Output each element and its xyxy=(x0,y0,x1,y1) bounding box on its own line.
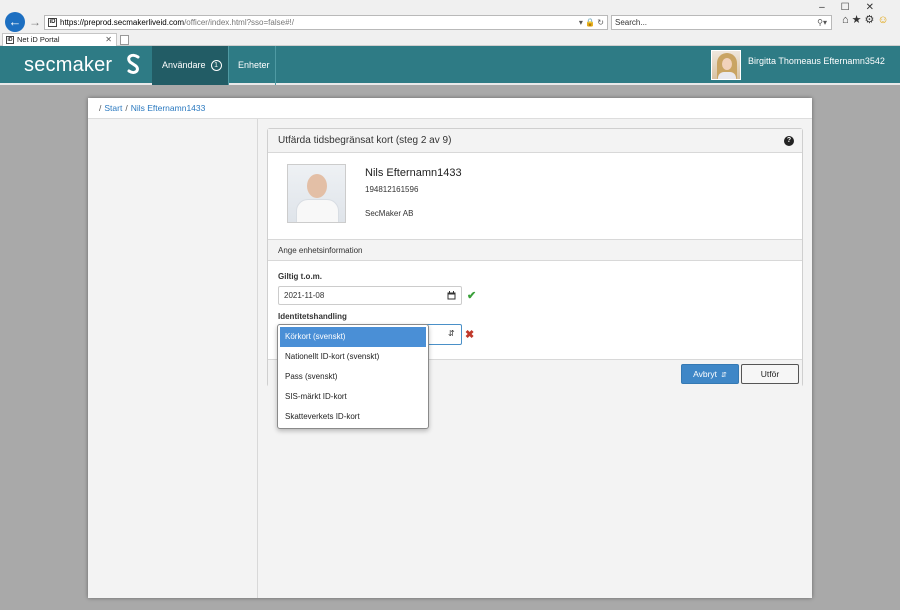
users-count-badge: 1 xyxy=(210,60,222,71)
site-icon: iD xyxy=(48,18,57,28)
window-controls: –☐✕ xyxy=(819,2,890,13)
dropdown-option[interactable]: Nationellt ID-kort (svenskt) xyxy=(280,347,426,367)
minimize-icon[interactable]: – xyxy=(819,2,841,13)
panel-title: Utfärda tidsbegränsat kort (steg 2 av 9)… xyxy=(268,129,802,153)
url-host: https://preprod.secmakerliveid.com xyxy=(60,18,185,27)
dropdown-option[interactable]: Pass (svenskt) xyxy=(280,367,426,387)
nav-divider xyxy=(228,46,229,85)
valid-until-label: Giltig t.o.m. xyxy=(278,272,322,281)
nav-users[interactable]: Användare 1 xyxy=(152,46,228,85)
id-document-dropdown: Körkort (svenskt) Nationellt ID-kort (sv… xyxy=(277,324,429,429)
valid-check-icon: ✔ xyxy=(467,290,477,302)
dropdown-option[interactable]: SIS-märkt ID-kort xyxy=(280,387,426,407)
invalid-x-icon: ✖ xyxy=(465,329,475,341)
smiley-icon[interactable]: ☺ xyxy=(877,14,891,26)
page-container: / Start / Nils Efternamn1433 Utfärda tidsbe… xyxy=(88,98,812,598)
tab-title: Net iD Portal xyxy=(17,35,60,44)
search-placeholder: Search... xyxy=(615,18,648,27)
person-name: Nils Efternamn1433 xyxy=(365,167,462,179)
toolbar-icons: ⌂★⚙☺ xyxy=(842,13,892,26)
breadcrumb-start[interactable]: Start xyxy=(104,103,122,113)
section-title: Ange enhetsinformation xyxy=(268,239,802,261)
dropdown-option[interactable]: Körkort (svenskt) xyxy=(280,327,426,347)
browser-search-input[interactable]: Search... ⚲▾ xyxy=(611,15,832,30)
calendar-icon[interactable] xyxy=(447,291,456,300)
browser-tab[interactable]: iD Net iD Portal ✕ xyxy=(2,33,117,46)
gear-icon[interactable]: ⚙ xyxy=(865,14,878,26)
valid-until-input[interactable]: 2021-11-08 xyxy=(278,286,462,305)
breadcrumb: / Start / Nils Efternamn1433 xyxy=(88,98,812,119)
dropdown-option[interactable]: Skatteverkets ID-kort xyxy=(280,407,426,427)
panel-title-text: Utfärda tidsbegränsat kort (steg 2 av 9) xyxy=(278,135,452,146)
address-tools-icon[interactable]: ▾ 🔒 ↻ xyxy=(579,16,604,29)
person-id-number: 194812161596 xyxy=(365,185,419,194)
address-bar[interactable]: iD https://preprod.secmakerliveid.com/off… xyxy=(44,15,608,30)
updown-caret-icon: ⇵ xyxy=(721,372,727,379)
breadcrumb-separator: / xyxy=(125,103,128,113)
close-window-icon[interactable]: ✕ xyxy=(866,2,890,13)
logo-text: secmaker xyxy=(24,54,113,76)
cancel-button-label: Avbryt xyxy=(693,369,718,379)
url-path: /officer/index.html?sso=false#!/ xyxy=(184,18,294,27)
back-arrow-icon[interactable]: ← xyxy=(5,12,25,32)
app-header: secmaker Användare 1 Enheter Birgitta Tho… xyxy=(0,46,900,85)
person-organization: SecMaker AB xyxy=(365,209,414,218)
secmaker-logo[interactable]: secmaker xyxy=(24,51,144,79)
user-name[interactable]: Birgitta Thomeaus Efternamn3542 xyxy=(748,46,885,85)
breadcrumb-user[interactable]: Nils Efternamn1433 xyxy=(131,103,206,113)
user-avatar[interactable] xyxy=(711,50,741,80)
tab-site-icon: iD xyxy=(6,36,14,44)
id-document-label: Identitetshandling xyxy=(278,312,347,321)
help-icon[interactable]: ? xyxy=(784,136,794,146)
nav-divider xyxy=(275,46,276,85)
execute-button[interactable]: Utför xyxy=(741,364,799,384)
maximize-icon[interactable]: ☐ xyxy=(841,2,866,13)
sidebar xyxy=(88,119,258,598)
person-photo xyxy=(287,164,346,223)
new-tab-button[interactable] xyxy=(120,35,129,45)
home-icon[interactable]: ⌂ xyxy=(842,14,852,26)
select-updown-icon[interactable]: ⇵ xyxy=(448,327,455,341)
forward-arrow-icon[interactable]: → xyxy=(28,14,42,30)
tab-close-icon[interactable]: ✕ xyxy=(105,34,112,46)
cancel-button[interactable]: Avbryt ⇵ xyxy=(681,364,739,384)
search-icon[interactable]: ⚲▾ xyxy=(817,16,827,29)
star-icon[interactable]: ★ xyxy=(852,14,865,26)
browser-chrome: ← → iD https://preprod.secmakerliveid.com… xyxy=(0,0,900,46)
nav-units-label: Enheter xyxy=(238,60,270,70)
nav-units[interactable]: Enheter xyxy=(238,46,270,85)
nav-users-label: Användare xyxy=(162,60,206,70)
secmaker-logo-icon xyxy=(127,53,140,74)
breadcrumb-separator: / xyxy=(99,103,102,113)
